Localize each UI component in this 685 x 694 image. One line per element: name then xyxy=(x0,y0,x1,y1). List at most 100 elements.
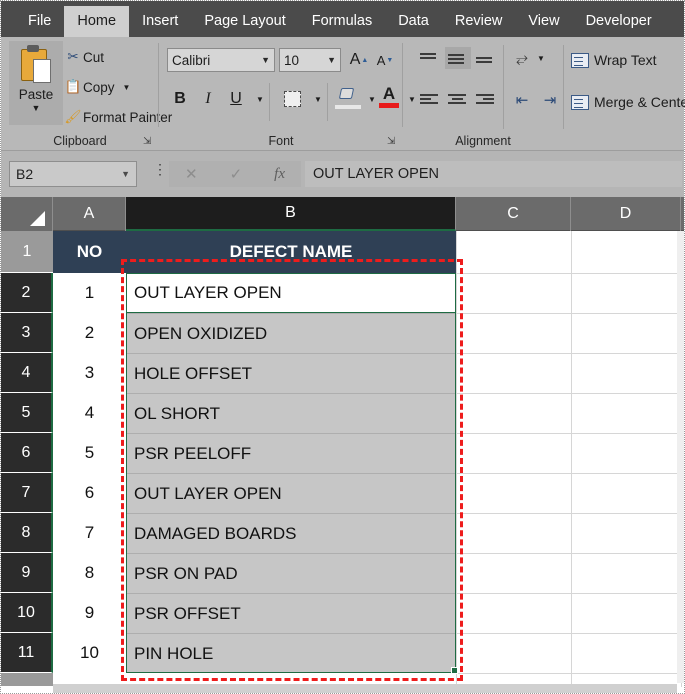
merge-center-button[interactable]: Merge & Cente xyxy=(571,89,685,115)
cancel-formula-icon[interactable]: ✕ xyxy=(185,165,198,183)
scissors-icon: ✂ xyxy=(67,49,79,64)
row-header-6[interactable]: 6 xyxy=(1,433,53,473)
cell-a3[interactable]: 2 xyxy=(53,313,126,353)
ribbon-tab-developer[interactable]: Developer xyxy=(573,6,665,37)
cell-b1[interactable]: DEFECT NAME xyxy=(126,231,456,273)
fill-handle[interactable] xyxy=(451,667,458,674)
increase-font-size-button[interactable]: A ▲ xyxy=(347,48,371,72)
cell-b5[interactable]: OL SHORT xyxy=(126,393,456,433)
enter-formula-icon[interactable]: ✓ xyxy=(230,165,243,183)
select-all-corner[interactable] xyxy=(1,197,53,231)
cell-a7[interactable]: 6 xyxy=(53,473,126,513)
italic-button[interactable]: I xyxy=(197,87,219,111)
orientation-dropdown-icon[interactable]: ▼ xyxy=(535,47,547,69)
font-family-value: Calibri xyxy=(172,52,211,68)
ribbon-tab-review[interactable]: Review xyxy=(442,6,516,37)
ribbon-tab-data[interactable]: Data xyxy=(385,6,442,37)
increase-indent-button[interactable]: ⇥ xyxy=(537,89,563,111)
bold-button[interactable]: B xyxy=(169,87,191,111)
row-header-12[interactable] xyxy=(1,673,53,687)
cell-a6[interactable]: 5 xyxy=(53,433,126,473)
cell-a4[interactable]: 3 xyxy=(53,353,126,393)
row-header-8[interactable]: 8 xyxy=(1,513,53,553)
align-left-button[interactable] xyxy=(417,89,443,111)
row-header-11[interactable]: 11 xyxy=(1,633,53,673)
decrease-font-size-button[interactable]: A ▼ xyxy=(373,48,397,72)
cell-a2[interactable]: 1 xyxy=(53,273,126,313)
borders-dropdown-icon[interactable]: ▼ xyxy=(307,87,329,111)
row-header-10[interactable]: 10 xyxy=(1,593,53,633)
paste-dropdown-icon[interactable]: ▼ xyxy=(32,103,41,113)
cell-a8[interactable]: 7 xyxy=(53,513,126,553)
cut-button[interactable]: ✂ Cut xyxy=(63,45,104,69)
font-family-combo[interactable]: Calibri ▼ xyxy=(167,48,275,72)
decrease-indent-button[interactable]: ⇤ xyxy=(509,89,535,111)
copy-button[interactable]: 📋 Copy ▼ xyxy=(63,75,131,99)
format-painter-button[interactable]: 🖌 Format Painter xyxy=(63,105,172,129)
row-header-9[interactable]: 9 xyxy=(1,553,53,593)
formula-bar: B2 ▼ ⋮ ✕ ✓ fx OUT LAYER OPEN xyxy=(1,151,684,197)
copy-dropdown-icon[interactable]: ▼ xyxy=(123,83,131,92)
copy-icon: 📋 xyxy=(64,79,82,94)
clipboard-dialog-launcher-icon[interactable]: ⇲ xyxy=(143,137,153,147)
align-bottom-button[interactable] xyxy=(473,47,499,69)
column-header-d[interactable]: D xyxy=(571,197,681,231)
orientation-button[interactable]: ⥂ xyxy=(509,47,535,69)
fill-color-button[interactable] xyxy=(335,85,361,109)
cell-b8[interactable]: DAMAGED BOARDS xyxy=(126,513,456,553)
column-header-c[interactable]: C xyxy=(456,197,571,231)
horizontal-scrollbar[interactable] xyxy=(53,684,677,693)
cell-b11[interactable]: PIN HOLE xyxy=(126,633,456,673)
ribbon-tab-file[interactable]: File xyxy=(15,6,64,37)
cell-b10[interactable]: PSR OFFSET xyxy=(126,593,456,633)
row-header-7[interactable]: 7 xyxy=(1,473,53,513)
cell-b6[interactable]: PSR PEELOFF xyxy=(126,433,456,473)
cell-a9[interactable]: 8 xyxy=(53,553,126,593)
formula-input[interactable]: OUT LAYER OPEN xyxy=(305,161,682,187)
formula-bar-grip[interactable]: ⋮ xyxy=(153,162,167,176)
cell-b2[interactable]: OUT LAYER OPEN xyxy=(126,273,456,313)
shrink-font-icon: A xyxy=(376,52,386,68)
font-size-combo[interactable]: 10 ▼ xyxy=(279,48,341,72)
align-center-button[interactable] xyxy=(445,89,471,111)
row-header-4[interactable]: 4 xyxy=(1,353,53,393)
name-box[interactable]: B2 ▼ xyxy=(9,161,137,187)
chevron-down-icon[interactable]: ▼ xyxy=(121,169,130,179)
ribbon-tab-home[interactable]: Home xyxy=(64,6,130,37)
cell-b9[interactable]: PSR ON PAD xyxy=(126,553,456,593)
column-header-b[interactable]: B xyxy=(126,197,456,231)
row-header-1[interactable]: 1 xyxy=(1,231,53,273)
column-header-a[interactable]: A xyxy=(53,197,126,231)
cell-a1[interactable]: NO xyxy=(53,231,126,273)
vertical-scrollbar[interactable] xyxy=(677,231,684,683)
cell-a5[interactable]: 4 xyxy=(53,393,126,433)
cell-b4[interactable]: HOLE OFFSET xyxy=(126,353,456,393)
row-header-2[interactable]: 2 xyxy=(1,273,53,313)
cell-b3[interactable]: OPEN OXIDIZED xyxy=(126,313,456,353)
wrap-text-button[interactable]: Wrap Text xyxy=(571,47,657,73)
cell-a11[interactable]: 10 xyxy=(53,633,126,673)
underline-dropdown-icon[interactable]: ▼ xyxy=(249,87,271,111)
font-color-button[interactable]: A xyxy=(377,84,401,108)
insert-function-icon[interactable]: fx xyxy=(274,166,285,183)
ribbon-tab-insert[interactable]: Insert xyxy=(129,6,191,37)
row-header-3[interactable]: 3 xyxy=(1,313,53,353)
align-middle-button[interactable] xyxy=(445,47,471,69)
underline-button[interactable]: U xyxy=(225,87,247,111)
align-right-button[interactable] xyxy=(473,89,499,111)
ribbon-group-font: Calibri ▼ 10 ▼ A ▲ A ▼ B I U ▼ ▼ ▼ A ▼ F… xyxy=(159,37,416,151)
cell-a10[interactable]: 9 xyxy=(53,593,126,633)
ribbon-tab-page-layout[interactable]: Page Layout xyxy=(191,6,298,37)
font-dialog-launcher-icon[interactable]: ⇲ xyxy=(387,137,397,147)
ribbon-tab-view[interactable]: View xyxy=(515,6,572,37)
ribbon-tab-formulas[interactable]: Formulas xyxy=(299,6,385,37)
borders-button[interactable] xyxy=(279,87,305,111)
grow-font-icon: A xyxy=(349,51,361,68)
merge-center-label: Merge & Cente xyxy=(594,94,685,110)
chevron-down-icon[interactable]: ▼ xyxy=(261,55,270,65)
cell-b7[interactable]: OUT LAYER OPEN xyxy=(126,473,456,513)
chevron-down-icon[interactable]: ▼ xyxy=(327,55,336,65)
align-top-button[interactable] xyxy=(417,47,443,69)
paste-button[interactable]: Paste ▼ xyxy=(9,41,63,125)
row-header-5[interactable]: 5 xyxy=(1,393,53,433)
